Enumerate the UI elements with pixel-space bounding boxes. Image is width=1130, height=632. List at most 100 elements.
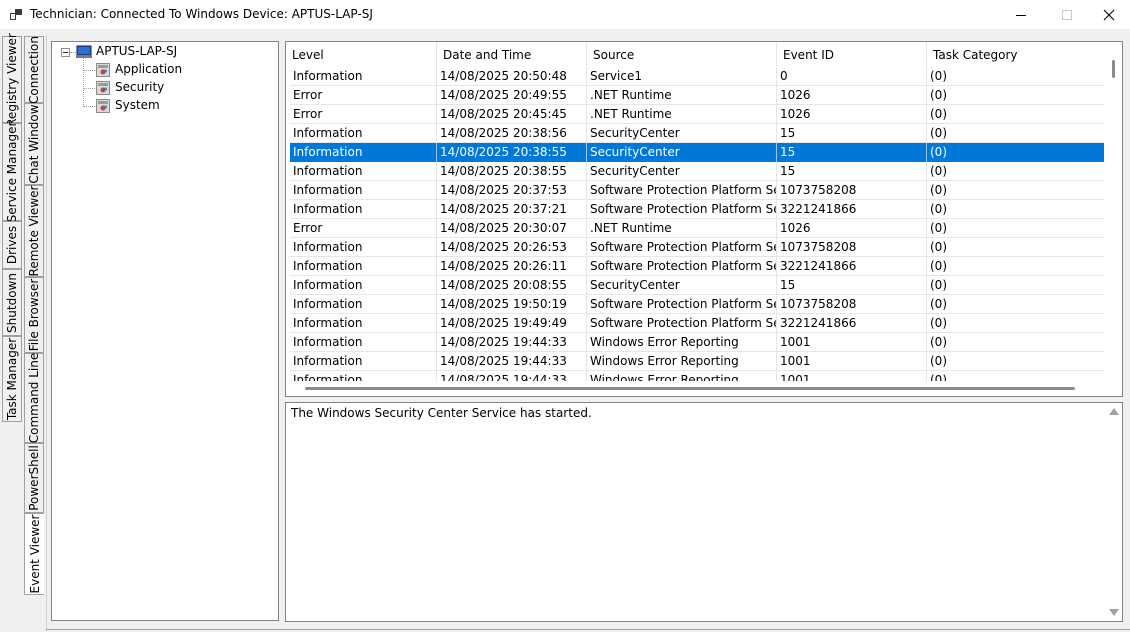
table-cell: Information (290, 333, 437, 352)
maximize-button[interactable] (1044, 0, 1090, 29)
table-cell: 14/08/2025 19:44:33 (437, 352, 587, 371)
table-row[interactable]: Information 14/08/2025 19:44:33 Windows Er… (290, 352, 1104, 371)
collapse-icon[interactable] (61, 48, 70, 57)
tab-label: PowerShell (27, 445, 41, 511)
table-cell: Software Protection Platform Se... (587, 295, 777, 314)
table-cell: Information (290, 67, 437, 86)
tab-service-manager[interactable]: Service Manager (2, 121, 22, 223)
tree-root[interactable]: APTUS-LAP-SJ (96, 44, 177, 58)
table-cell: (0) (930, 164, 947, 178)
tree-item-system[interactable]: System (115, 98, 160, 112)
column-header-event-id[interactable]: Event ID (777, 42, 927, 66)
minimize-button[interactable] (998, 0, 1044, 29)
table-row[interactable]: Information 14/08/2025 19:44:33 Windows Er… (290, 333, 1104, 352)
table-cell: 1026 (777, 86, 927, 105)
table-cell: Information (290, 200, 437, 219)
table-cell: 1073758208 (777, 238, 927, 257)
tab-connection[interactable]: Connection (24, 36, 44, 103)
table-cell: 15 (777, 276, 927, 295)
app-icon (10, 9, 22, 21)
tab-label: File Browser (27, 278, 41, 352)
table-cell: (0) (930, 354, 947, 368)
table-cell: 3221241866 (777, 257, 927, 276)
scroll-thumb[interactable] (305, 387, 1075, 390)
tab-label: Command Line (27, 352, 41, 444)
tab-powershell[interactable]: PowerShell (24, 443, 44, 513)
table-row[interactable]: Error 14/08/2025 20:45:45 .NET Runtime 1026… (290, 105, 1104, 124)
table-row[interactable]: Information 14/08/2025 19:50:19 Software P… (290, 295, 1104, 314)
table-row[interactable]: Information 14/08/2025 20:26:11 Software P… (290, 257, 1104, 276)
tab-file-browser[interactable]: File Browser (24, 277, 44, 353)
table-cell: Software Protection Platform Se... (587, 314, 777, 333)
tab-task-manager[interactable]: Task Manager (2, 336, 22, 422)
table-row[interactable]: Information 14/08/2025 20:50:48 Service1 0(… (290, 67, 1104, 86)
table-row[interactable]: Information 14/08/2025 20:37:21 Software P… (290, 200, 1104, 219)
table-cell: (0) (930, 202, 947, 216)
table-cell: (0) (930, 88, 947, 102)
tab-label: Event Viewer (27, 514, 42, 594)
tree-item-security[interactable]: Security (115, 80, 164, 94)
table-cell: Software Protection Platform Se... (587, 200, 777, 219)
table-cell: 3221241866 (777, 314, 927, 333)
table-cell: (0) (930, 240, 947, 254)
table-row[interactable]: Information 14/08/2025 19:49:49 Software P… (290, 314, 1104, 333)
table-cell: 14/08/2025 19:50:19 (437, 295, 587, 314)
table-cell: 1073758208 (777, 181, 927, 200)
table-cell: (0) (930, 69, 947, 83)
tab-label: Task Manager (5, 337, 19, 421)
table-row[interactable]: Error 14/08/2025 20:49:55 .NET Runtime 1026… (290, 86, 1104, 105)
table-row[interactable]: Error 14/08/2025 20:30:07 .NET Runtime 1026… (290, 219, 1104, 238)
table-cell: 14/08/2025 20:30:07 (437, 219, 587, 238)
table-cell: Information (290, 352, 437, 371)
tab-registry-viewer[interactable]: Registry Viewer (2, 33, 22, 126)
tree-connector (83, 106, 95, 107)
list-horizontal-scrollbar[interactable] (286, 381, 1106, 396)
table-cell: (0) (930, 259, 947, 273)
tab-remote-viewer[interactable]: Remote Viewer (24, 185, 44, 277)
tab-command-line[interactable]: Command Line (24, 353, 44, 443)
window-title: Technician: Connected To Windows Device:… (30, 7, 373, 21)
table-row[interactable]: Information 14/08/2025 20:37:53 Software P… (290, 181, 1104, 200)
table-cell: 14/08/2025 20:37:53 (437, 181, 587, 200)
table-cell: (0) (930, 316, 947, 330)
close-button[interactable] (1086, 0, 1130, 29)
tab-label: Service Manager (5, 121, 19, 223)
table-cell: Information (290, 314, 437, 333)
table-row[interactable]: Information 14/08/2025 20:08:55 SecurityCe… (290, 276, 1104, 295)
table-cell: .NET Runtime (587, 86, 777, 105)
log-tree[interactable]: APTUS-LAP-SJ Application Security System (51, 41, 279, 621)
column-header-level[interactable]: Level (286, 42, 437, 66)
table-cell: (0) (930, 335, 947, 349)
column-header-source[interactable]: Source (587, 42, 777, 66)
tab-chat-window[interactable]: Chat Window (24, 103, 44, 185)
table-row[interactable]: Information 14/08/2025 20:38:55 SecurityCe… (290, 143, 1104, 162)
table-cell: (0) (930, 126, 947, 140)
scroll-up-icon[interactable] (1109, 408, 1119, 415)
event-detail-pane[interactable]: The Windows Security Center Service has … (285, 402, 1123, 622)
detail-scrollbar[interactable] (1105, 403, 1122, 621)
event-log-icon (96, 99, 110, 113)
column-header-date-time[interactable]: Date and Time (437, 42, 587, 66)
scroll-thumb[interactable] (1112, 60, 1115, 78)
maximize-icon (1062, 9, 1072, 20)
scroll-down-icon[interactable] (1109, 609, 1119, 616)
table-row[interactable]: Information 14/08/2025 20:26:53 Software P… (290, 238, 1104, 257)
table-row[interactable]: Information 14/08/2025 20:38:55 SecurityCe… (290, 162, 1104, 181)
list-vertical-scrollbar[interactable] (1105, 42, 1122, 382)
table-cell: (0) (930, 278, 947, 292)
tab-drives[interactable]: Drives (2, 221, 22, 269)
tree-connector (83, 88, 95, 89)
table-cell: 1026 (777, 105, 927, 124)
title-bar: Technician: Connected To Windows Device:… (0, 0, 1130, 29)
table-cell: Windows Error Reporting (587, 352, 777, 371)
table-cell: 14/08/2025 19:44:33 (437, 333, 587, 352)
table-row[interactable]: Information 14/08/2025 20:38:56 SecurityCe… (290, 124, 1104, 143)
table-cell: (0) (930, 221, 947, 235)
table-cell: 14/08/2025 20:49:55 (437, 86, 587, 105)
column-header-task-category[interactable]: Task Category (927, 42, 1106, 66)
event-list[interactable]: Level Date and Time Source Event ID Task… (285, 41, 1123, 397)
tree-item-application[interactable]: Application (115, 62, 182, 76)
tab-shutdown[interactable]: Shutdown (2, 269, 22, 336)
tab-event-viewer[interactable]: Event Viewer (24, 513, 44, 595)
table-cell: .NET Runtime (587, 105, 777, 124)
